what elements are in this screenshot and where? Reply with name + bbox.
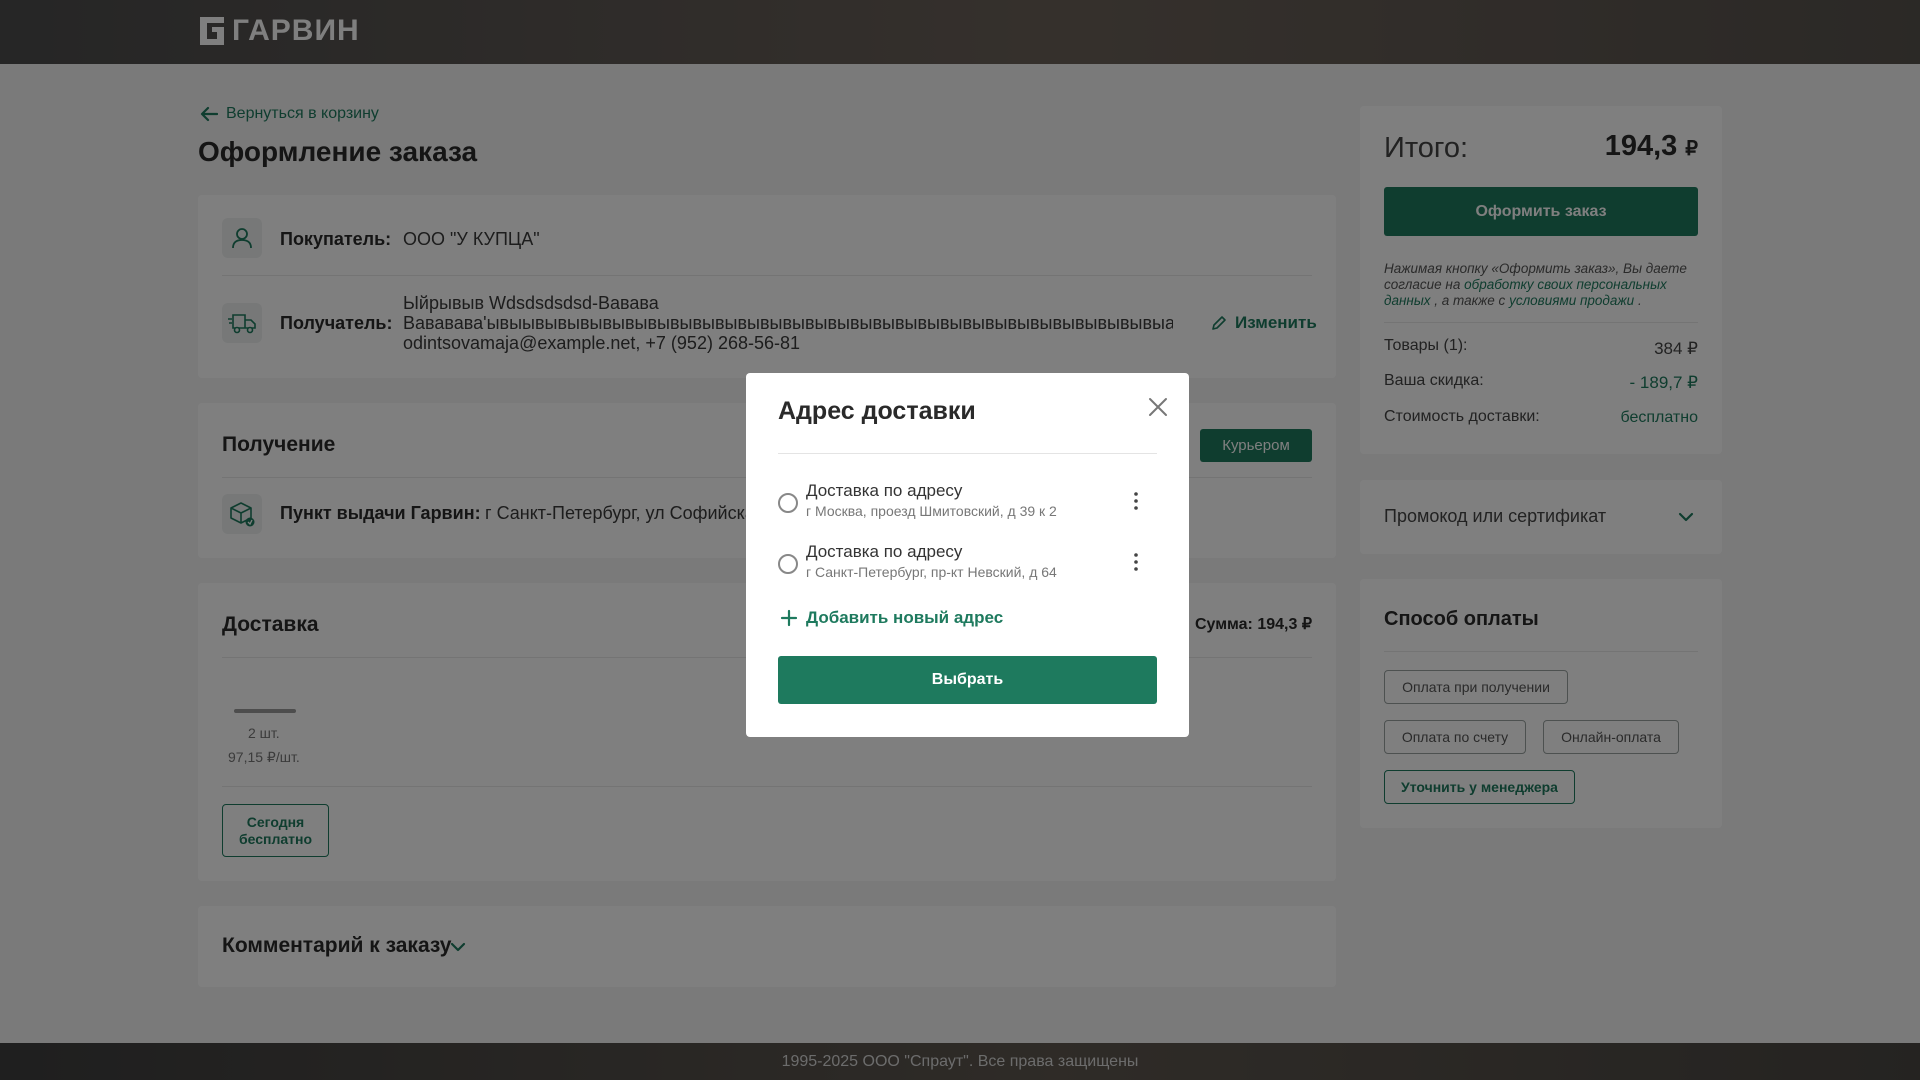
address-title: Доставка по адресу bbox=[806, 481, 963, 500]
add-new-address-link[interactable]: Добавить новый адрес bbox=[780, 608, 1003, 628]
more-options-icon[interactable] bbox=[1128, 489, 1144, 513]
select-address-button[interactable]: Выбрать bbox=[778, 656, 1157, 704]
plus-icon bbox=[780, 609, 798, 627]
address-option[interactable]: Доставка по адресу г Санкт-Петербург, пр… bbox=[778, 542, 1158, 588]
address-line: г Москва, проезд Шмитовский, д 39 к 2 bbox=[806, 503, 1057, 519]
address-radio[interactable] bbox=[778, 554, 798, 574]
modal-title: Адрес доставки bbox=[778, 397, 976, 425]
address-radio[interactable] bbox=[778, 493, 798, 513]
delivery-address-modal: Адрес доставки Доставка по адресу г Моск… bbox=[746, 373, 1189, 737]
modal-divider bbox=[778, 453, 1157, 454]
more-options-icon[interactable] bbox=[1128, 550, 1144, 574]
add-new-address-label: Добавить новый адрес bbox=[806, 608, 1004, 627]
close-icon[interactable] bbox=[1146, 395, 1170, 419]
address-line: г Санкт-Петербург, пр-кт Невский, д 64 bbox=[806, 564, 1057, 580]
address-title: Доставка по адресу bbox=[806, 542, 963, 561]
address-option[interactable]: Доставка по адресу г Москва, проезд Шмит… bbox=[778, 481, 1158, 527]
